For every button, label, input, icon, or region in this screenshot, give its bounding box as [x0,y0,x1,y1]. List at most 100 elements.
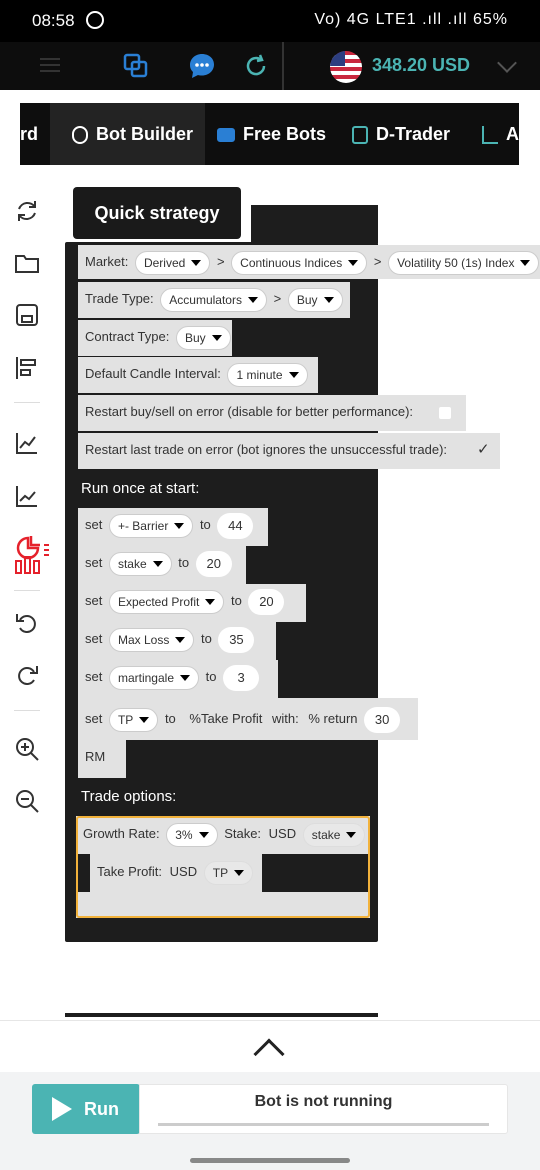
block-header [251,205,378,243]
account-balance[interactable]: 348.20 USD [372,55,470,76]
caret-icon [211,335,222,342]
run-button[interactable]: Run [32,1084,140,1134]
zoom-out-icon[interactable] [14,788,40,814]
tab-bot-builder[interactable]: Bot Builder [50,103,205,165]
dropdown-value: Max Loss [117,632,170,647]
section-label: Trade options: [81,788,177,805]
variable-dropdown[interactable]: Expected Profit [108,589,225,614]
dropdown-value: TP [117,712,134,727]
grid-icon [352,126,368,145]
contract-type-label: Contract Type: [85,329,170,344]
value-input[interactable]: 35 [218,626,255,653]
chart-icon[interactable] [14,430,40,456]
candle-interval-row[interactable]: Default Candle Interval: 1 minute [78,357,318,393]
main-tabs: rd Bot Builder Free Bots D-Trader A [20,103,519,165]
variable-row[interactable]: set stake to 20 [78,546,246,584]
value-input[interactable]: 20 [248,588,285,615]
variable-row[interactable]: set martingale to 3 [78,660,278,698]
tradingview-icon[interactable] [14,483,40,509]
undo-icon[interactable] [14,610,40,636]
value-input[interactable]: 30 [364,706,401,733]
restart-buy-row: Restart buy/sell on error (disable for b… [78,395,466,431]
trade-type-label: Trade Type: [85,291,154,306]
tab-analysis[interactable]: A [482,103,519,165]
restart-buy-checkbox[interactable] [439,406,452,419]
caret-icon [175,637,186,644]
variable-dropdown[interactable]: TP [108,707,159,732]
divider [14,402,40,403]
chat-icon[interactable] [188,52,216,80]
to-keyword: to [164,711,176,726]
status-indicators: Vo) 4G LTE1 .ıll .ıll 65% [314,11,508,29]
menu-icon[interactable] [40,58,60,72]
variable-dropdown[interactable]: Max Loss [108,627,195,652]
trade-type-row[interactable]: Trade Type: Accumulators > Buy [78,282,350,318]
to-keyword: to [200,631,212,646]
variable-dropdown[interactable]: stake [108,551,172,576]
chevron-up-icon[interactable] [253,1038,285,1070]
caret-icon [247,297,258,304]
dropdown-value: Buy [296,292,318,307]
tab-dashboard[interactable]: rd [20,103,50,165]
variable-row[interactable]: set Expected Profit to 20 [78,584,306,622]
copy-icon[interactable] [122,52,150,80]
align-icon[interactable] [14,355,40,381]
restart-last-checkbox[interactable]: ✓ [477,441,490,458]
market-row[interactable]: Market: Derived > Continuous Indices > V… [78,245,540,279]
caret-icon [174,523,185,530]
caret-icon [520,260,531,267]
caret-icon [288,372,299,379]
value-input[interactable]: 44 [217,512,254,539]
redo-icon[interactable] [14,662,40,688]
reset-icon[interactable] [14,198,40,224]
tab-free-bots[interactable]: Free Bots [217,103,326,165]
take-profit-set-row[interactable]: set TP to %Take Profit with: % return 30 [78,698,418,740]
drawer-toggle[interactable] [0,1020,540,1072]
tab-label: D-Trader [376,124,451,144]
run-label: Run [84,1099,119,1119]
folder-icon[interactable] [14,250,40,276]
caret-icon [191,260,202,267]
save-icon[interactable] [14,302,40,328]
function-name: %Take Profit [189,711,263,726]
workspace-canvas[interactable]: Market: Derived > Continuous Indices > V… [54,167,540,1017]
submarket-dropdown[interactable]: Continuous Indices [231,250,368,275]
us-flag-icon[interactable] [330,51,362,83]
value-input[interactable]: 3 [223,664,260,691]
market-dropdown[interactable]: Derived [134,250,211,275]
variable-dropdown[interactable]: martingale [108,665,199,690]
chevron-down-icon[interactable] [497,53,517,73]
quick-strategy-button[interactable]: Quick strategy [73,187,241,239]
contract-type-dropdown[interactable]: Buy [175,325,231,350]
caret-icon [139,717,150,724]
tab-d-trader[interactable]: D-Trader [352,103,450,165]
section-label: Run once at start: [81,480,200,497]
status-bar: 08:58 Vo) 4G LTE1 .ıll .ıll 65% [0,0,540,42]
dropdown-value: martingale [117,670,174,685]
bot-status-text: Bot is not running [254,1093,393,1110]
caret-icon [205,599,216,606]
trade-type-dropdown[interactable]: Buy [287,287,343,312]
next-block-edge [65,1013,378,1017]
to-keyword: to [178,555,190,570]
play-icon [52,1097,72,1121]
symbol-dropdown[interactable]: Volatility 50 (1s) Index [388,250,540,275]
variable-row[interactable]: set Max Loss to 35 [78,622,276,660]
analytics-icon[interactable] [14,535,50,575]
dropdown-value: Continuous Indices [240,255,343,270]
rm-block[interactable]: RM [78,740,126,778]
restart-last-label: Restart last trade on error (bot ignores… [85,442,448,457]
trade-category-dropdown[interactable]: Accumulators [160,287,267,312]
set-keyword: set [85,555,103,570]
dropdown-value: Volatility 50 (1s) Index [397,255,515,270]
variable-dropdown[interactable]: +- Barrier [108,513,194,538]
whatsapp-icon [86,11,104,29]
divider [14,710,40,711]
zoom-in-icon[interactable] [14,736,40,762]
contract-type-row[interactable]: Contract Type: Buy [78,320,232,356]
candle-interval-dropdown[interactable]: 1 minute [227,362,308,387]
variable-row[interactable]: set +- Barrier to 44 [78,508,268,546]
value-input[interactable]: 20 [195,550,232,577]
rm-label: RM [85,749,106,764]
refresh-icon[interactable] [242,52,270,80]
